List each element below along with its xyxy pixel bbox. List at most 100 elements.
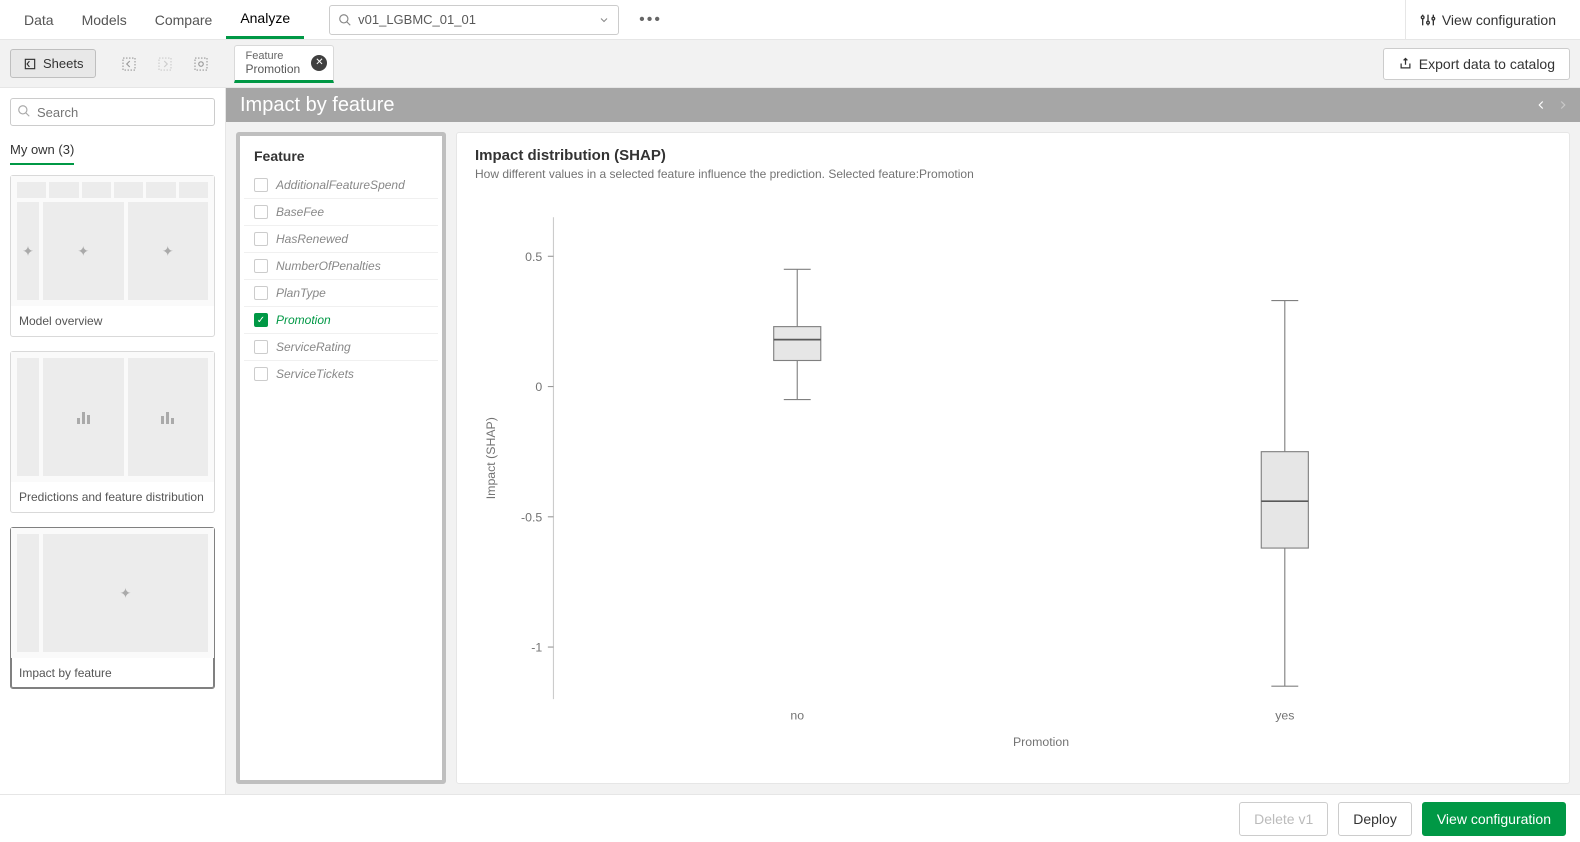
sidebar-section-header: My own (3) <box>10 136 74 165</box>
feature-item-plantype[interactable]: PlanType <box>244 280 438 307</box>
svg-text:Promotion: Promotion <box>1013 735 1069 749</box>
feature-item-label: PlanType <box>276 286 326 300</box>
sidebar-search <box>10 98 215 126</box>
feature-item-label: BaseFee <box>276 205 324 219</box>
boxplot-chart: -1 -0.5 0 0.5 Impact (SHAP) Promotion no yes <box>475 181 1551 769</box>
sheet-nav <box>1534 88 1570 122</box>
svg-text:-0.5: -0.5 <box>521 510 542 524</box>
chart-title: Impact distribution (SHAP) <box>475 147 1551 164</box>
feature-item-numberofpenalties[interactable]: NumberOfPenalties <box>244 253 438 280</box>
puzzle-icon: ✦ <box>162 243 174 260</box>
checkbox-icon <box>254 259 268 273</box>
puzzle-icon: ✦ <box>120 585 132 602</box>
svg-text:0.5: 0.5 <box>525 250 542 264</box>
sheet-card-model-overview[interactable]: ✦ ✦ ✦ Model overview <box>10 175 215 337</box>
sheet-card-title: Predictions and feature distribution <box>11 482 214 512</box>
svg-text:Impact (SHAP): Impact (SHAP) <box>484 417 498 499</box>
main-panel: Impact by feature Feature AdditionalFeat… <box>226 88 1580 794</box>
tab-models[interactable]: Models <box>68 0 141 39</box>
delete-button: Delete v1 <box>1239 802 1328 836</box>
feature-item-basefee[interactable]: BaseFee <box>244 199 438 226</box>
sheet-card-title: Impact by feature <box>11 658 214 688</box>
filter-chip-close-icon[interactable]: ✕ <box>311 55 327 71</box>
sheet-prev-button[interactable] <box>1534 98 1548 112</box>
checkbox-icon <box>254 205 268 219</box>
checkbox-icon <box>254 286 268 300</box>
export-data-button[interactable]: Export data to catalog <box>1383 48 1570 80</box>
feature-item-promotion[interactable]: ✓ Promotion <box>244 307 438 334</box>
search-icon <box>338 13 352 27</box>
sheet-next-button[interactable] <box>1556 98 1570 112</box>
chart-area: -1 -0.5 0 0.5 Impact (SHAP) Promotion no yes <box>475 181 1551 769</box>
export-icon <box>1398 56 1413 71</box>
tab-data[interactable]: Data <box>10 0 68 39</box>
puzzle-icon: ✦ <box>22 243 34 260</box>
main-content: Feature AdditionalFeatureSpend BaseFee Has… <box>226 122 1580 794</box>
bars-icon <box>161 410 174 424</box>
selection-back-button[interactable] <box>114 49 144 79</box>
deploy-button[interactable]: Deploy <box>1338 802 1412 836</box>
svg-text:-1: -1 <box>531 641 542 655</box>
main-header: Impact by feature <box>226 88 1580 122</box>
sheet-thumbnail <box>11 352 214 482</box>
sheets-sidebar: My own (3) ✦ ✦ ✦ Model overview Predicti… <box>0 88 226 794</box>
secondary-bar: Sheets Feature Promotion ✕ Export data t… <box>0 40 1580 88</box>
svg-text:no: no <box>790 708 804 722</box>
export-data-label: Export data to catalog <box>1419 56 1555 72</box>
top-bar: Data Models Compare Analyze v01_LGBMC_01… <box>0 0 1580 40</box>
search-icon <box>17 104 31 118</box>
model-selector[interactable]: v01_LGBMC_01_01 <box>329 5 619 35</box>
tab-analyze[interactable]: Analyze <box>226 0 304 39</box>
model-selector-value: v01_LGBMC_01_01 <box>358 12 598 27</box>
more-options-button[interactable]: ••• <box>639 11 662 29</box>
filter-chip-value: Promotion <box>245 62 303 76</box>
filter-chip-feature[interactable]: Feature Promotion ✕ <box>234 45 334 83</box>
selection-forward-button[interactable] <box>150 49 180 79</box>
chart-panel: Impact distribution (SHAP) How different… <box>456 132 1570 784</box>
sheets-button[interactable]: Sheets <box>10 49 96 78</box>
feature-panel-title: Feature <box>240 136 442 172</box>
sidebar-search-input[interactable] <box>10 98 215 126</box>
feature-list: AdditionalFeatureSpend BaseFee HasRenewed N… <box>240 172 442 395</box>
view-configuration-link[interactable]: View configuration <box>1405 0 1570 39</box>
sheet-card-impact-by-feature[interactable]: ✦ Impact by feature <box>10 527 215 689</box>
feature-item-hasrenewed[interactable]: HasRenewed <box>244 226 438 253</box>
feature-item-additionalfeaturespend[interactable]: AdditionalFeatureSpend <box>244 172 438 199</box>
sheet-card-predictions[interactable]: Predictions and feature distribution <box>10 351 215 513</box>
feature-item-label: NumberOfPenalties <box>276 259 381 273</box>
view-configuration-label: View configuration <box>1442 12 1556 28</box>
footer: Delete v1 Deploy View configuration <box>0 794 1580 842</box>
sliders-icon <box>1420 12 1436 28</box>
chart-subtitle: How different values in a selected featu… <box>475 167 1551 181</box>
selection-tools <box>114 49 216 79</box>
checkbox-icon <box>254 367 268 381</box>
selection-clear-button[interactable] <box>186 49 216 79</box>
chevron-down-icon <box>598 14 610 26</box>
feature-item-label: ServiceTickets <box>276 367 354 381</box>
feature-item-label: HasRenewed <box>276 232 348 246</box>
feature-item-label: Promotion <box>276 313 331 327</box>
feature-item-label: ServiceRating <box>276 340 351 354</box>
checkbox-icon <box>254 178 268 192</box>
svg-text:yes: yes <box>1275 708 1294 722</box>
main-body: My own (3) ✦ ✦ ✦ Model overview Predicti… <box>0 88 1580 794</box>
feature-selector-panel: Feature AdditionalFeatureSpend BaseFee Has… <box>236 132 446 784</box>
bars-icon <box>77 410 90 424</box>
page-title: Impact by feature <box>240 94 395 117</box>
sheets-icon <box>23 57 37 71</box>
sheet-card-title: Model overview <box>11 306 214 336</box>
sheets-button-label: Sheets <box>43 56 83 71</box>
filter-chip-label: Feature <box>245 50 303 62</box>
checkbox-icon: ✓ <box>254 313 268 327</box>
feature-item-servicetickets[interactable]: ServiceTickets <box>244 361 438 387</box>
primary-tabs: Data Models Compare Analyze <box>10 0 304 39</box>
checkbox-icon <box>254 232 268 246</box>
svg-text:0: 0 <box>535 380 542 394</box>
sheet-thumbnail: ✦ <box>11 528 214 658</box>
view-configuration-button[interactable]: View configuration <box>1422 802 1566 836</box>
feature-item-servicerating[interactable]: ServiceRating <box>244 334 438 361</box>
tab-compare[interactable]: Compare <box>141 0 227 39</box>
checkbox-icon <box>254 340 268 354</box>
sheet-thumbnail: ✦ ✦ ✦ <box>11 176 214 306</box>
puzzle-icon: ✦ <box>77 243 89 260</box>
